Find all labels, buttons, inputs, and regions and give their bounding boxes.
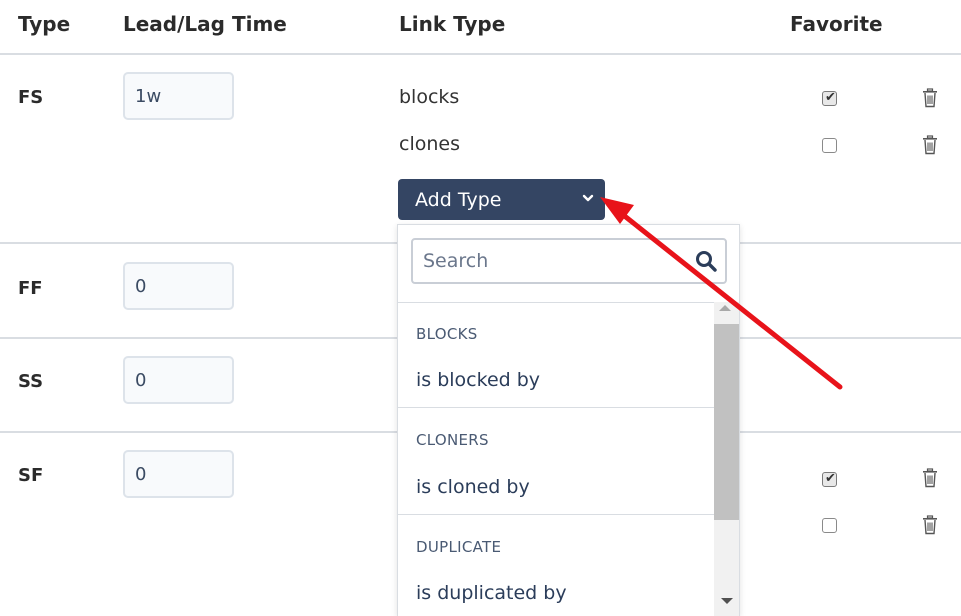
favorite-checkbox-sf-1[interactable]: ✔ xyxy=(822,471,837,487)
favorite-checkbox-sf-2[interactable] xyxy=(822,518,837,533)
chevron-down-icon xyxy=(582,194,594,202)
favorite-checkbox-clones[interactable] xyxy=(822,138,837,153)
group-divider xyxy=(398,514,714,515)
row-divider-ff-right xyxy=(740,337,961,339)
checkmark-icon: ✔ xyxy=(825,90,836,105)
lead-lag-input-ss[interactable] xyxy=(123,356,234,404)
option-is-blocked-by[interactable]: is blocked by xyxy=(416,369,540,391)
row-type-ff: FF xyxy=(18,278,43,299)
checkmark-icon: ✔ xyxy=(825,471,836,486)
trash-icon[interactable] xyxy=(921,515,939,535)
row-type-fs: FS xyxy=(18,87,44,108)
group-divider xyxy=(398,407,714,408)
link-type-dropdown: BLOCKS is blocked by CLONERS is cloned b… xyxy=(397,224,740,616)
row-type-ss: SS xyxy=(18,371,44,392)
search-box[interactable] xyxy=(411,238,727,284)
lead-lag-input-fs[interactable] xyxy=(123,72,234,120)
scroll-down-arrow-icon[interactable] xyxy=(721,598,733,604)
option-is-duplicated-by[interactable]: is duplicated by xyxy=(416,582,567,604)
row-type-sf: SF xyxy=(18,465,44,486)
add-type-button[interactable]: Add Type xyxy=(398,179,605,220)
search-input[interactable] xyxy=(413,240,683,282)
row-divider-ss xyxy=(0,431,398,433)
header-type: Type xyxy=(18,12,71,36)
row-divider-ss-right xyxy=(740,431,961,433)
trash-icon[interactable] xyxy=(921,135,939,155)
dropdown-list: BLOCKS is blocked by CLONERS is cloned b… xyxy=(398,302,714,616)
lead-lag-input-sf[interactable] xyxy=(123,450,234,498)
header-lead-lag: Lead/Lag Time xyxy=(123,12,287,36)
trash-icon[interactable] xyxy=(921,468,939,488)
row-divider-fs xyxy=(0,242,398,244)
scroll-up-arrow-icon[interactable] xyxy=(719,305,731,311)
header-favorite: Favorite xyxy=(790,12,883,36)
favorite-checkbox-blocks[interactable]: ✔ xyxy=(822,90,837,106)
link-type-clones: clones xyxy=(399,133,460,155)
dropdown-scrollbar[interactable] xyxy=(714,302,739,616)
group-heading-duplicate: DUPLICATE xyxy=(416,538,502,556)
add-type-label: Add Type xyxy=(415,188,502,211)
group-heading-blocks: BLOCKS xyxy=(416,325,478,343)
group-heading-cloners: CLONERS xyxy=(416,431,489,449)
header-link-type: Link Type xyxy=(399,12,506,36)
row-divider-ff xyxy=(0,337,398,339)
trash-icon[interactable] xyxy=(921,88,939,108)
option-is-cloned-by[interactable]: is cloned by xyxy=(416,476,530,498)
lead-lag-input-ff[interactable] xyxy=(123,262,234,310)
row-divider-fs-right xyxy=(740,242,961,244)
link-type-blocks: blocks xyxy=(399,86,460,108)
header-divider xyxy=(0,53,961,55)
search-icon[interactable] xyxy=(695,250,717,272)
scroll-thumb[interactable] xyxy=(714,324,739,520)
